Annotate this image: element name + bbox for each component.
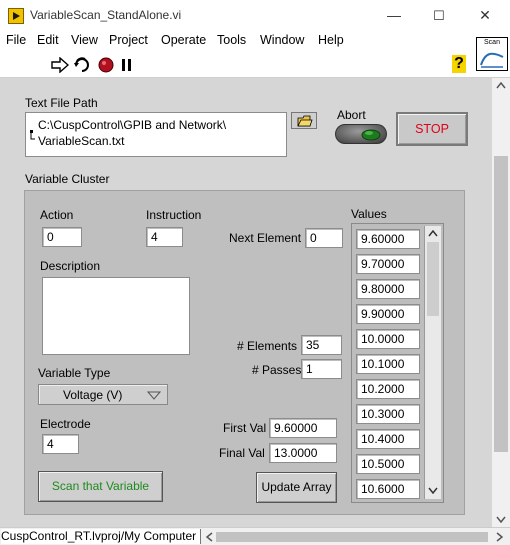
chevron-up-icon[interactable]: [496, 82, 506, 89]
next-element-input[interactable]: 0: [305, 228, 343, 248]
first-val-input[interactable]: 9.60000: [269, 418, 337, 438]
text-file-path-field[interactable]: C:\CuspControl\GPIB and Network\ Variabl…: [25, 112, 287, 157]
variable-type-label: Variable Type: [38, 366, 111, 380]
update-array-button[interactable]: Update Array: [256, 472, 337, 503]
led-indicator-icon: [361, 129, 381, 141]
text-file-path-label: Text File Path: [25, 96, 98, 110]
electrode-input[interactable]: 4: [42, 434, 79, 454]
horizontal-scroll-thumb[interactable]: [216, 532, 488, 542]
values-element[interactable]: 10.2000: [356, 379, 420, 399]
menu-view[interactable]: View: [71, 33, 98, 47]
folder-icon: [297, 115, 313, 127]
maximize-button[interactable]: ☐: [416, 0, 462, 31]
run-arrow-icon[interactable]: [51, 57, 69, 73]
final-val-label: Final Val: [219, 446, 265, 460]
run-continuously-icon[interactable]: [73, 56, 91, 74]
description-field[interactable]: [42, 277, 190, 355]
status-bar: CuspControl_RT.lvproj/My Computer: [0, 527, 510, 545]
stop-button-label: STOP: [415, 122, 449, 136]
path-tree-icon: [30, 130, 35, 140]
action-label: Action: [40, 208, 74, 222]
browse-button[interactable]: [291, 112, 317, 129]
chevron-down-icon[interactable]: [428, 487, 438, 494]
values-label: Values: [351, 207, 387, 221]
values-element[interactable]: 10.3000: [356, 404, 420, 424]
stop-button[interactable]: STOP: [396, 112, 468, 146]
values-scroll-thumb[interactable]: [427, 242, 439, 316]
close-button[interactable]: ✕: [462, 0, 508, 31]
values-element[interactable]: 10.4000: [356, 429, 420, 449]
variable-type-dropdown[interactable]: Voltage (V): [38, 384, 168, 405]
menu-window[interactable]: Window: [260, 33, 304, 47]
instruction-label: Instruction: [146, 208, 202, 222]
vertical-scroll-thumb[interactable]: [494, 156, 508, 452]
electrode-label: Electrode: [40, 417, 91, 431]
variable-type-value: Voltage (V): [63, 388, 123, 402]
path-line-1: C:\CuspControl\GPIB and Network\: [38, 118, 227, 132]
chevron-down-icon[interactable]: [496, 516, 506, 523]
context-help-icon[interactable]: ?: [452, 55, 466, 73]
minimize-button[interactable]: —: [371, 0, 417, 31]
next-element-label: Next Element: [229, 231, 302, 245]
num-passes-label: # Passes: [252, 363, 302, 377]
chevron-right-icon[interactable]: [496, 532, 503, 542]
menu-file[interactable]: File: [6, 33, 26, 47]
values-element[interactable]: 10.5000: [356, 454, 420, 474]
window-title: VariableScan_StandAlone.vi: [30, 8, 182, 22]
abort-switch[interactable]: [335, 124, 387, 144]
num-elements-label: # Elements: [237, 339, 298, 353]
action-input[interactable]: 0: [42, 227, 82, 247]
scan-icon: [480, 52, 504, 68]
values-element[interactable]: 9.70000: [356, 254, 420, 274]
path-line-2: VariableScan.txt: [38, 134, 125, 148]
abort-label: Abort: [337, 108, 366, 122]
variable-cluster-label: Variable Cluster: [25, 172, 110, 186]
description-label: Description: [40, 259, 101, 273]
values-element[interactable]: 10.1000: [356, 354, 420, 374]
pause-icon[interactable]: [121, 58, 133, 72]
values-scrollbar[interactable]: [424, 226, 441, 499]
values-element[interactable]: 9.80000: [356, 279, 420, 299]
instruction-input[interactable]: 4: [146, 227, 183, 247]
project-context-label: CuspControl_RT.lvproj/My Computer: [1, 529, 202, 544]
menu-operate[interactable]: Operate: [161, 33, 206, 47]
chevron-left-icon[interactable]: [206, 532, 213, 542]
menu-project[interactable]: Project: [109, 33, 148, 47]
num-elements-input[interactable]: 35: [301, 335, 342, 355]
menu-tools[interactable]: Tools: [217, 33, 246, 47]
labview-vi-icon: [8, 8, 24, 24]
values-element[interactable]: 10.0000: [356, 329, 420, 349]
values-element[interactable]: 9.60000: [356, 229, 420, 249]
chevron-up-icon[interactable]: [428, 230, 438, 237]
chevron-down-icon: [147, 391, 161, 400]
menu-edit[interactable]: Edit: [37, 33, 59, 47]
num-passes-input[interactable]: 1: [301, 359, 342, 379]
values-element[interactable]: 9.90000: [356, 304, 420, 324]
vi-connector-icon: Scan: [476, 37, 508, 71]
menu-help[interactable]: Help: [318, 33, 344, 47]
vertical-scrollbar[interactable]: [492, 78, 510, 527]
values-element[interactable]: 10.6000: [356, 479, 420, 499]
first-val-label: First Val: [223, 421, 267, 435]
vi-icon-text: Scan: [484, 39, 500, 46]
abort-execution-icon[interactable]: [98, 57, 114, 73]
scan-that-variable-button[interactable]: Scan that Variable: [38, 471, 163, 502]
final-val-input[interactable]: 13.0000: [269, 443, 337, 463]
